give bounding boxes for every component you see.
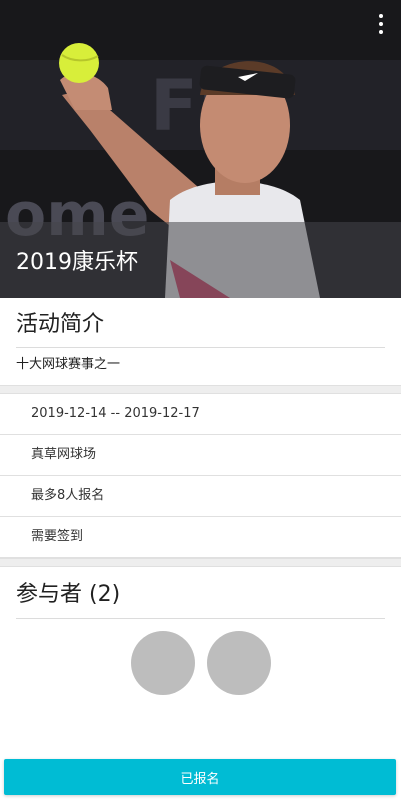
- intro-heading: 活动简介: [16, 312, 105, 337]
- info-row-capacity: 最多8人报名: [0, 476, 401, 517]
- event-title: 2019康乐杯: [16, 250, 138, 275]
- divider: [16, 618, 385, 619]
- participants-heading: 参与者 (2): [16, 582, 121, 607]
- event-description: 十大网球赛事之一: [16, 357, 121, 372]
- participant-avatar[interactable]: [206, 631, 271, 695]
- participant-list: [0, 631, 401, 695]
- event-venue: 真草网球场: [31, 447, 97, 462]
- info-row-checkin: 需要签到: [0, 517, 401, 558]
- divider: [16, 347, 385, 348]
- event-capacity: 最多8人报名: [31, 488, 105, 503]
- participant-avatar[interactable]: [130, 631, 195, 695]
- more-vert-icon[interactable]: [373, 12, 389, 36]
- section-gap: [0, 385, 401, 394]
- info-row-dates: 2019-12-14 -- 2019-12-17: [0, 394, 401, 435]
- checkin-requirement: 需要签到: [31, 529, 84, 544]
- event-dates: 2019-12-14 -- 2019-12-17: [31, 406, 200, 421]
- registered-button[interactable]: 已报名: [4, 759, 396, 795]
- info-row-venue: 真草网球场: [0, 435, 401, 476]
- hero-image: FIT ome 2019康乐杯: [0, 0, 401, 298]
- section-gap: [0, 558, 401, 567]
